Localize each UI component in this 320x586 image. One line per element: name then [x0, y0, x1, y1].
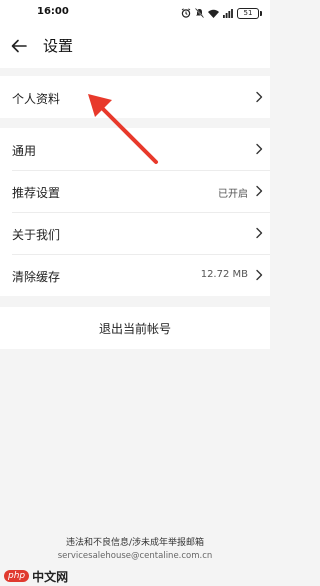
- logout-button[interactable]: 退出当前帐号: [0, 307, 270, 349]
- profile-row[interactable]: 个人资料: [0, 76, 270, 118]
- status-bar: 16:00 51: [0, 0, 270, 26]
- status-time: 16:00: [37, 6, 69, 17]
- recommend-settings-status: 已开启: [218, 189, 248, 200]
- chevron-right-icon: [256, 269, 263, 281]
- mute-icon: [195, 8, 204, 18]
- report-notice: 违法和不良信息/涉未成年举报邮箱: [65, 538, 205, 548]
- profile-group: 个人资料: [0, 76, 270, 118]
- arrow-left-icon: [11, 39, 27, 53]
- chevron-right-icon: [256, 143, 263, 155]
- watermark-logo: php: [4, 570, 30, 582]
- chevron-right-icon: [256, 185, 263, 197]
- general-row[interactable]: 通用: [0, 128, 270, 170]
- nav-bar: 设置: [0, 26, 270, 68]
- alarm-icon: [181, 8, 191, 18]
- footer: 违法和不良信息/涉未成年举报邮箱 servicesalehouse@cental…: [0, 535, 270, 561]
- cache-size: 12.72 MB: [200, 269, 248, 280]
- battery-icon: 51: [237, 7, 262, 19]
- report-email: servicesalehouse@centaline.com.cn: [57, 551, 213, 561]
- wifi-icon: [208, 9, 219, 18]
- status-icons: 51: [181, 6, 262, 20]
- chevron-right-icon: [256, 91, 263, 103]
- watermark-text: 中文网: [32, 569, 69, 584]
- profile-label: 个人资料: [12, 92, 61, 106]
- page-title: 设置: [43, 37, 74, 55]
- watermark: php 中文网: [4, 567, 68, 585]
- chevron-right-icon: [256, 227, 263, 239]
- battery-level: 51: [237, 7, 259, 19]
- clear-cache-row[interactable]: 清除缓存 12.72 MB: [0, 254, 270, 296]
- recommend-settings-label: 推荐设置: [12, 186, 61, 200]
- logout-label: 退出当前帐号: [98, 321, 171, 336]
- signal-icon: [223, 8, 233, 18]
- about-us-label: 关于我们: [12, 228, 61, 242]
- general-label: 通用: [12, 144, 37, 158]
- back-button[interactable]: [8, 35, 30, 57]
- clear-cache-label: 清除缓存: [12, 270, 61, 284]
- settings-group: 通用 推荐设置 已开启 关于我们 清除缓存 12.72 MB: [0, 128, 270, 296]
- recommend-settings-row[interactable]: 推荐设置 已开启: [0, 170, 270, 212]
- about-us-row[interactable]: 关于我们: [0, 212, 270, 254]
